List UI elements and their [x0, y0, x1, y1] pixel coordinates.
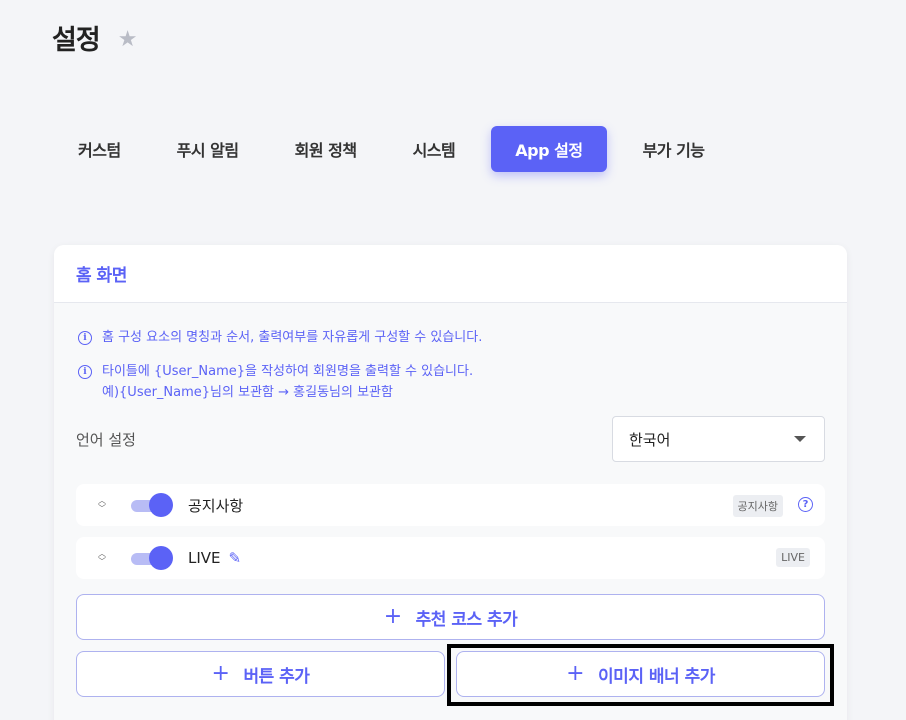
card-title: 홈 화면 — [76, 266, 127, 286]
language-select[interactable]: 한국어 — [612, 416, 825, 462]
tab-custom[interactable]: 커스텀 — [58, 126, 141, 172]
list-item-notice: ︿ ﹀ 공지사항 공지사항 ? — [76, 484, 825, 526]
page-header: 설정 ★ — [52, 18, 137, 57]
plus-icon: + — [383, 604, 402, 629]
drag-handle-icon[interactable]: ︿ ﹀ — [95, 550, 109, 566]
toggle-knob — [149, 546, 173, 570]
drag-handle-icon[interactable]: ︿ ﹀ — [95, 497, 109, 513]
home-screen-card: 홈 화면 i 홈 구성 요소의 명칭과 순서, 출력여부를 자유롭게 구성할 수… — [54, 245, 847, 720]
card-header: 홈 화면 — [54, 245, 847, 303]
settings-tabs: 커스텀 푸시 알림 회원 정책 시스템 App 설정 부가 기능 — [58, 126, 741, 172]
info-icon: i — [78, 331, 92, 345]
caret-down-icon — [794, 436, 806, 442]
tab-push-notification[interactable]: 푸시 알림 — [157, 126, 259, 172]
language-select-value: 한국어 — [629, 430, 671, 449]
add-image-banner-button[interactable]: + 이미지 배너 추가 — [456, 651, 825, 697]
row-badge: LIVE — [776, 548, 810, 567]
tab-member-policy[interactable]: 회원 정책 — [275, 126, 377, 172]
toggle-knob — [149, 493, 173, 517]
info-icon: i — [78, 365, 92, 379]
add-button-button[interactable]: + 버튼 추가 — [76, 651, 445, 697]
list-item-live: ︿ ﹀ LIVE ✎ LIVE — [76, 537, 825, 579]
plus-icon: + — [211, 661, 230, 686]
tab-app-settings[interactable]: App 설정 — [491, 126, 607, 172]
add-image-banner-label: 이미지 배너 추가 — [598, 666, 715, 687]
pencil-icon[interactable]: ✎ — [229, 549, 242, 567]
info-text: 홈 구성 요소의 명칭과 순서, 출력여부를 자유롭게 구성할 수 있습니다. — [102, 330, 483, 345]
add-button-label: 버튼 추가 — [243, 666, 310, 687]
star-icon[interactable]: ★ — [118, 27, 138, 52]
info-text-example: 예){User_Name}님의 보관함 → 홍길동님의 보관함 — [102, 385, 393, 400]
row-badge: 공지사항 — [732, 495, 783, 517]
language-setting-label: 언어 설정 — [76, 431, 136, 449]
tab-extra-features[interactable]: 부가 기능 — [623, 126, 725, 172]
live-toggle[interactable] — [131, 546, 173, 570]
add-course-label: 추천 코스 추가 — [415, 609, 518, 630]
page-title: 설정 — [52, 25, 101, 56]
info-message-username: i 타이틀에 {User_Name}을 작성하여 회원명을 출력할 수 있습니다… — [78, 361, 473, 403]
info-text: 타이틀에 {User_Name}을 작성하여 회원명을 출력할 수 있습니다. — [102, 364, 474, 379]
add-course-button[interactable]: + 추천 코스 추가 — [76, 594, 825, 640]
tab-system[interactable]: 시스템 — [393, 126, 476, 172]
help-icon[interactable]: ? — [798, 497, 813, 512]
info-message-layout: i 홈 구성 요소의 명칭과 순서, 출력여부를 자유롭게 구성할 수 있습니다… — [78, 327, 482, 348]
notice-toggle[interactable] — [131, 493, 173, 517]
row-label: 공지사항 — [188, 496, 244, 515]
plus-icon: + — [566, 661, 585, 686]
row-label: LIVE — [188, 549, 221, 567]
